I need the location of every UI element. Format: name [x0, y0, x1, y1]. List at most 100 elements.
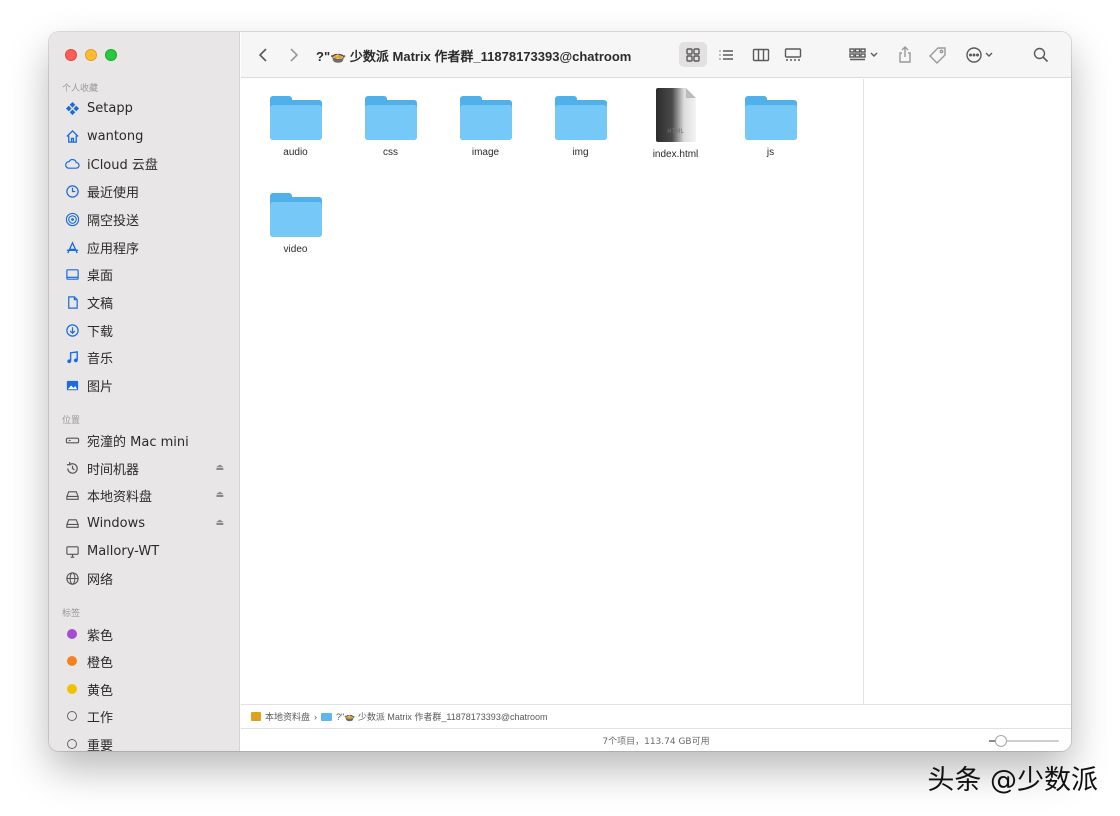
more-options-icon — [966, 47, 993, 63]
sidebar-item-label: 橙色 — [87, 655, 114, 671]
file-item[interactable]: HTML index.html — [628, 88, 723, 160]
path-separator: › — [314, 711, 318, 722]
file-item[interactable]: js — [723, 96, 818, 158]
path-item[interactable]: 本地资料盘 — [265, 710, 310, 723]
group-button[interactable] — [849, 32, 879, 78]
file-grid: audio css image img HTML index.html js v… — [241, 79, 863, 704]
folder-icon — [321, 712, 333, 721]
file-name: css — [383, 147, 398, 158]
sidebar-item-label: 工作 — [87, 710, 114, 726]
finder-window: 个人收藏 Setapp wantong iCloud 云盘 最近使用 隔空投送 … — [49, 32, 1071, 751]
sidebar-item-time-machine[interactable]: 时间机器 ⏏ — [63, 457, 228, 479]
file-item[interactable]: audio — [248, 96, 343, 158]
eject-icon[interactable]: ⏏ — [215, 463, 224, 473]
sidebar-tag-yellow[interactable]: 黄色 — [63, 678, 228, 700]
applications-icon — [63, 239, 81, 255]
file-name: js — [766, 147, 775, 158]
sidebar-item-pictures[interactable]: 图片 — [63, 374, 228, 396]
time-machine-icon — [63, 460, 81, 476]
sidebar-item-label: 黄色 — [87, 683, 114, 699]
eject-icon[interactable]: ⏏ — [215, 518, 224, 528]
gallery-view-button[interactable] — [784, 32, 802, 78]
sidebar-item-label: 网络 — [87, 572, 114, 588]
slider-knob[interactable] — [994, 735, 1007, 747]
sidebar-item-mac-mini[interactable]: 宛潼的 Mac mini — [63, 429, 228, 451]
folder-icon — [554, 96, 607, 140]
tag-button[interactable] — [929, 32, 947, 78]
column-view-button[interactable] — [752, 32, 770, 78]
status-bar: 7个项目，113.74 GB可用 — [241, 728, 1071, 751]
zoom-button[interactable] — [105, 49, 117, 61]
sidebar-item-downloads[interactable]: 下载 — [63, 319, 228, 341]
close-button[interactable] — [65, 49, 77, 61]
path-item[interactable]: ?"🍲 少数派 Matrix 作者群_11878173393@chatroom — [336, 710, 547, 723]
sidebar-tag-important[interactable]: 重要 — [63, 733, 228, 751]
file-item[interactable]: image — [438, 96, 533, 158]
disk-icon — [63, 515, 81, 531]
folder-icon — [744, 96, 797, 140]
status-text: 7个项目，113.74 GB可用 — [602, 736, 710, 747]
eject-icon[interactable]: ⏏ — [215, 490, 224, 500]
section-tags-label: 标签 — [62, 609, 81, 619]
icon-view-button[interactable] — [685, 32, 701, 78]
chevron-right-icon — [290, 48, 299, 62]
sidebar-item-label: 重要 — [87, 738, 114, 752]
share-icon — [899, 46, 911, 63]
sidebar-item-local-disk[interactable]: 本地资料盘 ⏏ — [63, 484, 228, 506]
sidebar-item-label: Mallory-WT — [87, 543, 160, 559]
tag-icon — [929, 47, 946, 64]
setapp-icon — [63, 100, 81, 116]
sidebar-item-recents[interactable]: 最近使用 — [63, 180, 228, 202]
sidebar-item-icloud[interactable]: iCloud 云盘 — [63, 152, 228, 174]
sidebar-item-setapp[interactable]: Setapp — [63, 97, 228, 119]
sidebar-item-label: 下载 — [87, 324, 114, 340]
sidebar-item-airdrop[interactable]: 隔空投送 — [63, 208, 228, 230]
sidebar-tag-work[interactable]: 工作 — [63, 705, 228, 727]
airdrop-icon — [63, 211, 81, 227]
sidebar-item-label: 音乐 — [87, 351, 114, 367]
mac-mini-icon — [63, 432, 81, 448]
columns-icon — [752, 48, 770, 62]
share-button[interactable] — [897, 32, 913, 78]
sidebar-item-network[interactable]: 网络 — [63, 567, 228, 589]
search-button[interactable] — [1033, 32, 1049, 78]
chevron-left-icon — [258, 48, 267, 62]
cloud-icon — [63, 155, 81, 171]
search-icon — [1033, 47, 1049, 63]
sidebar-item-label: Windows — [87, 515, 146, 531]
file-item[interactable]: video — [248, 193, 343, 255]
sidebar-item-mallory-wt[interactable]: Mallory-WT — [63, 540, 228, 562]
sidebar-item-label: iCloud 云盘 — [87, 157, 158, 173]
sidebar-item-label: 紫色 — [87, 628, 114, 644]
gallery-icon — [784, 48, 802, 61]
list-view-button[interactable] — [718, 32, 734, 78]
minimize-button[interactable] — [85, 49, 97, 61]
sidebar-item-desktop[interactable]: 桌面 — [63, 263, 228, 285]
sidebar-item-wantong[interactable]: wantong — [63, 125, 228, 147]
disk-icon — [251, 712, 261, 721]
tag-purple-icon — [63, 626, 81, 642]
sidebar-tag-orange[interactable]: 橙色 — [63, 650, 228, 672]
back-button[interactable] — [257, 32, 271, 78]
sidebar-item-music[interactable]: 音乐 — [63, 346, 228, 368]
sidebar-item-documents[interactable]: 文稿 — [63, 291, 228, 313]
sidebar-item-label: 宛潼的 Mac mini — [87, 434, 189, 450]
folder-icon — [459, 96, 512, 140]
picture-icon — [63, 377, 81, 393]
icon-size-slider[interactable] — [989, 735, 1059, 747]
sidebar-item-applications[interactable]: 应用程序 — [63, 236, 228, 258]
monitor-icon — [63, 543, 81, 559]
network-icon — [63, 570, 81, 586]
file-item[interactable]: img — [533, 96, 628, 158]
file-item[interactable]: css — [343, 96, 438, 158]
sidebar-item-windows[interactable]: Windows ⏏ — [63, 512, 228, 534]
sidebar-item-label: 隔空投送 — [87, 213, 140, 229]
sidebar-tag-purple[interactable]: 紫色 — [63, 623, 228, 645]
sidebar-item-label: 桌面 — [87, 268, 114, 284]
forward-button[interactable] — [286, 32, 300, 78]
sidebar: 个人收藏 Setapp wantong iCloud 云盘 最近使用 隔空投送 … — [49, 32, 240, 751]
tag-empty-icon — [63, 708, 81, 724]
action-menu-button[interactable] — [965, 32, 997, 78]
document-icon — [63, 294, 81, 310]
folder-icon — [269, 96, 322, 140]
